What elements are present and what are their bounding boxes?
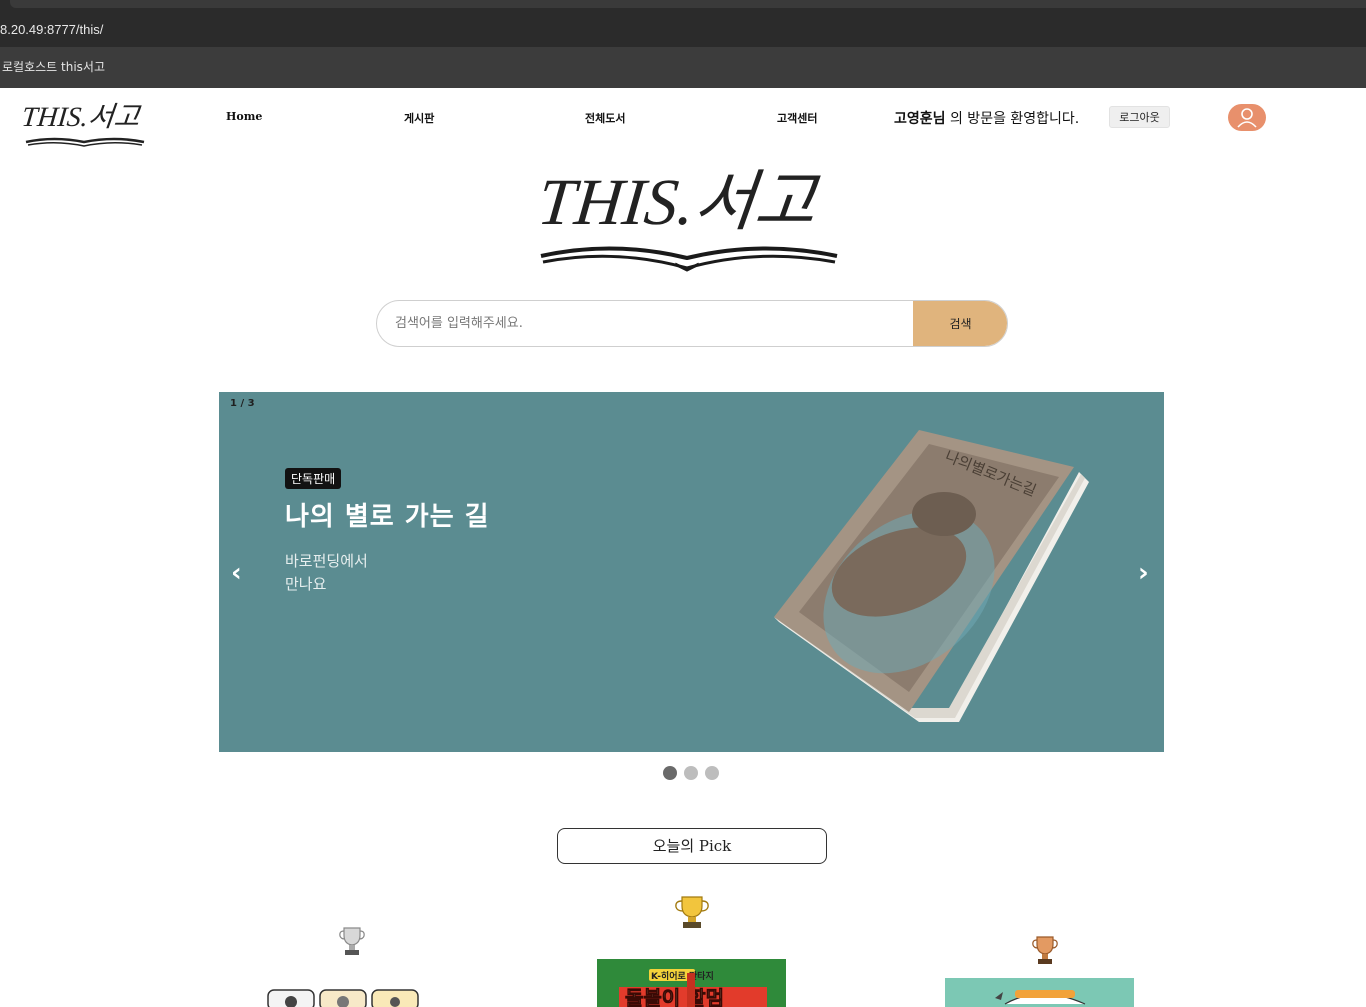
browser-toolbar: 8.20.49:8777/this/ [0, 0, 1366, 47]
carousel-dot-2[interactable] [684, 766, 698, 780]
pick-book-first[interactable]: K-히어로 판타지 돌볼이 할멈 [597, 959, 786, 1007]
header-logo-text: THIS.서고 [22, 102, 142, 133]
todays-pick-heading[interactable]: 오늘의 Pick [557, 828, 827, 864]
logout-button[interactable]: 로그아웃 [1109, 106, 1170, 128]
slide-subtitle-line1: 바로펀딩에서 [285, 552, 368, 570]
bronze-trophy-icon [1030, 934, 1060, 966]
welcome-user-name: 고영훈님 [894, 111, 946, 127]
slide-counter: 1 / 3 [230, 398, 255, 409]
address-bar[interactable]: 8.20.49:8777/this/ [0, 22, 103, 37]
browser-tabstrip [10, 0, 1366, 8]
carousel-pagination [663, 766, 723, 780]
featured-carousel: 1 / 3 단독판매 나의 별로 가는 길 바로펀딩에서 만나요 ‹ › 나의별… [219, 392, 1164, 752]
pick-book-second[interactable] [266, 988, 421, 1007]
slide-subtitle-line2: 만나요 [285, 575, 327, 593]
search-button[interactable]: 검색 [913, 301, 1007, 346]
bookmarks-bar: 로컬호스트 this서고 [0, 47, 1366, 88]
exclusive-badge: 단독판매 [285, 468, 342, 489]
hero-logo-text: THIS.서고 [535, 166, 823, 239]
nav-home[interactable]: Home [226, 110, 262, 123]
search-bar: 검색 [376, 300, 1008, 347]
nav-customer-center[interactable]: 고객센터 [777, 110, 817, 126]
slide-title[interactable]: 나의 별로 가는 길 [285, 496, 490, 533]
pick-book-first-title: 돌볼이 할멈 [625, 986, 724, 1007]
bookmark-localhost[interactable]: 로컬호스트 this서고 [2, 58, 105, 75]
silver-trophy-icon [337, 925, 367, 957]
carousel-dot-1[interactable] [663, 766, 677, 780]
carousel-dot-3[interactable] [705, 766, 719, 780]
search-input[interactable] [377, 301, 913, 346]
welcome-text: 의 방문을 환영합니다. [945, 111, 1080, 127]
site-header: THIS.서고 Home 게시판 전체도서 고객센터 고영훈님 의 방문을 환영… [0, 88, 1366, 148]
gold-trophy-icon [673, 894, 711, 930]
welcome-message: 고영훈님 의 방문을 환영합니다. [894, 108, 1079, 128]
hero-logo: THIS.서고 [535, 160, 855, 275]
pick-book-third[interactable] [945, 978, 1134, 1007]
user-icon[interactable] [1228, 104, 1266, 131]
book-cover-image[interactable]: 나의별로가는길 [769, 422, 1099, 732]
nav-all-books[interactable]: 전체도서 [585, 110, 625, 126]
chevron-right-icon[interactable]: › [1138, 560, 1149, 586]
pick-book-first-series: K-히어로 판타지 [651, 970, 714, 982]
chevron-left-icon[interactable]: ‹ [231, 560, 242, 586]
nav-board[interactable]: 게시판 [404, 110, 434, 126]
header-logo[interactable]: THIS.서고 [20, 98, 152, 148]
